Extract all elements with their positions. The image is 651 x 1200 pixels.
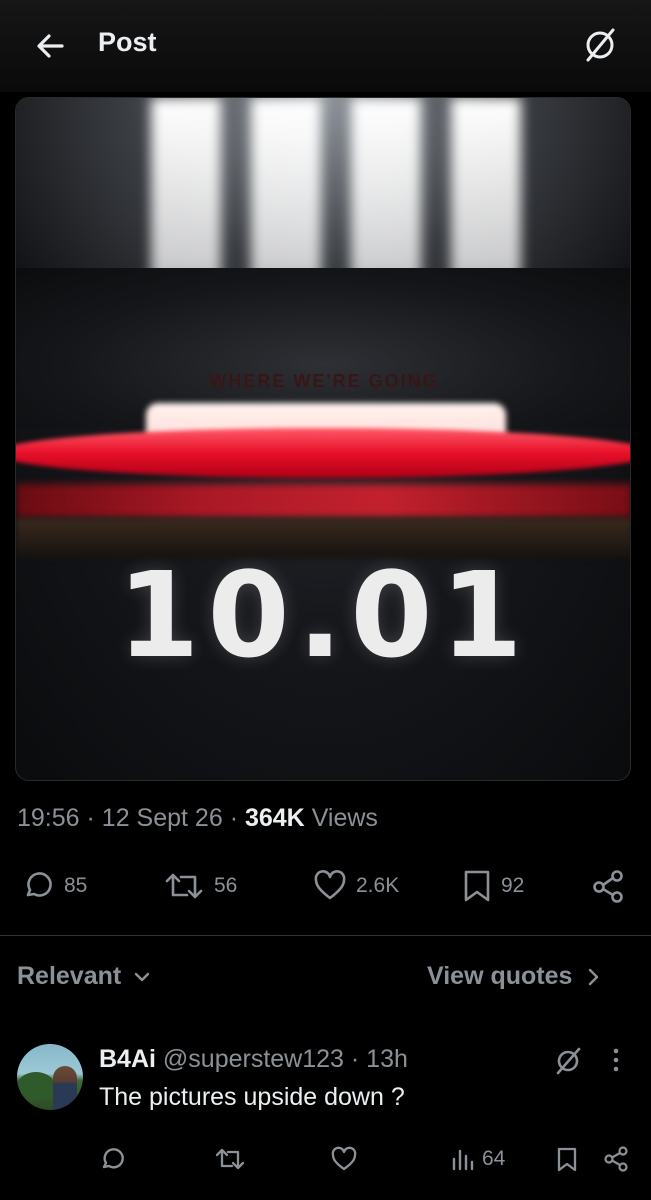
reply-like-button[interactable] <box>330 1142 358 1176</box>
post-meta: 19:56 · 12 Sept 26 · 364K Views <box>17 804 378 833</box>
avatar-person <box>53 1066 77 1110</box>
reply-repost-button[interactable] <box>214 1142 246 1176</box>
reply-icon <box>26 872 52 897</box>
reply-icon <box>102 1148 124 1169</box>
grok-icon <box>556 1047 581 1075</box>
bookmark-count: 92 <box>501 874 525 897</box>
like-button[interactable]: 2.6K <box>312 866 399 906</box>
post-image[interactable]: WHERE WE'RE GOING 10.01 <box>15 97 631 781</box>
reply-actions: 64 <box>0 1142 651 1176</box>
arrow-left-icon <box>37 34 64 58</box>
analytics-icon <box>452 1149 474 1171</box>
heart-icon <box>331 1146 357 1171</box>
reply-share-button[interactable] <box>602 1142 630 1176</box>
sort-label: Relevant <box>17 962 122 990</box>
view-quotes-label: View quotes <box>427 962 573 990</box>
share-icon <box>593 870 623 903</box>
meta-separator: · <box>86 804 95 832</box>
reply-author-handle[interactable]: @superstew123 <box>163 1045 344 1073</box>
reply-reply-button[interactable] <box>98 1142 126 1176</box>
page-title: Post <box>98 27 157 57</box>
section-divider <box>0 935 651 936</box>
chevron-right-icon <box>589 968 599 985</box>
more-vertical-icon <box>613 1048 619 1072</box>
reply-grok-button[interactable] <box>552 1044 584 1076</box>
reply-more-button[interactable] <box>606 1046 626 1074</box>
post-date: 12 Sept 26 <box>101 804 223 832</box>
bookmark-button[interactable]: 92 <box>461 866 524 906</box>
top-bar: Post <box>0 0 651 92</box>
reply-bookmark-button[interactable] <box>555 1142 579 1176</box>
avatar-tree <box>17 1072 55 1100</box>
repost-icon <box>165 873 203 899</box>
repost-icon <box>215 1148 245 1170</box>
reply-count: 85 <box>64 874 88 897</box>
reply-button[interactable]: 85 <box>20 866 87 906</box>
image-date-text: 10.01 <box>117 546 531 684</box>
tail-light-reflection <box>16 484 630 518</box>
avatar[interactable] <box>17 1044 83 1110</box>
chevron-down-icon <box>135 972 150 981</box>
repost-button[interactable]: 56 <box>162 866 237 906</box>
reply-views-button[interactable]: 64 <box>450 1142 505 1176</box>
post-actions: 85 56 2.6K 92 <box>0 866 651 906</box>
share-icon <box>604 1146 628 1172</box>
repost-count: 56 <box>214 874 238 897</box>
reply-author-name[interactable]: B4Ai <box>99 1045 156 1073</box>
views-count[interactable]: 364K <box>245 804 305 832</box>
share-button[interactable] <box>590 866 626 906</box>
reply-header: B4Ai @superstew123 · 13h <box>99 1045 408 1074</box>
views-label: Views <box>311 804 378 832</box>
reply-views-count: 64 <box>482 1147 506 1170</box>
reply-time: · 13h <box>350 1045 408 1073</box>
grok-icon <box>586 28 615 62</box>
bookmark-icon <box>464 870 490 902</box>
grok-button[interactable] <box>580 24 620 64</box>
reply-text: The pictures upside down ? <box>99 1083 405 1111</box>
bookmark-icon <box>557 1147 577 1172</box>
meta-separator: · <box>229 804 239 832</box>
back-button[interactable] <box>30 26 70 66</box>
like-count: 2.6K <box>356 874 400 897</box>
replies-sort-dropdown[interactable]: Relevant <box>17 962 151 991</box>
post-time: 19:56 <box>17 804 80 832</box>
image-tagline: WHERE WE'RE GOING <box>209 371 439 391</box>
view-quotes-link[interactable]: View quotes <box>427 962 602 991</box>
tail-light-bar <box>16 428 630 478</box>
heart-icon <box>314 870 346 900</box>
